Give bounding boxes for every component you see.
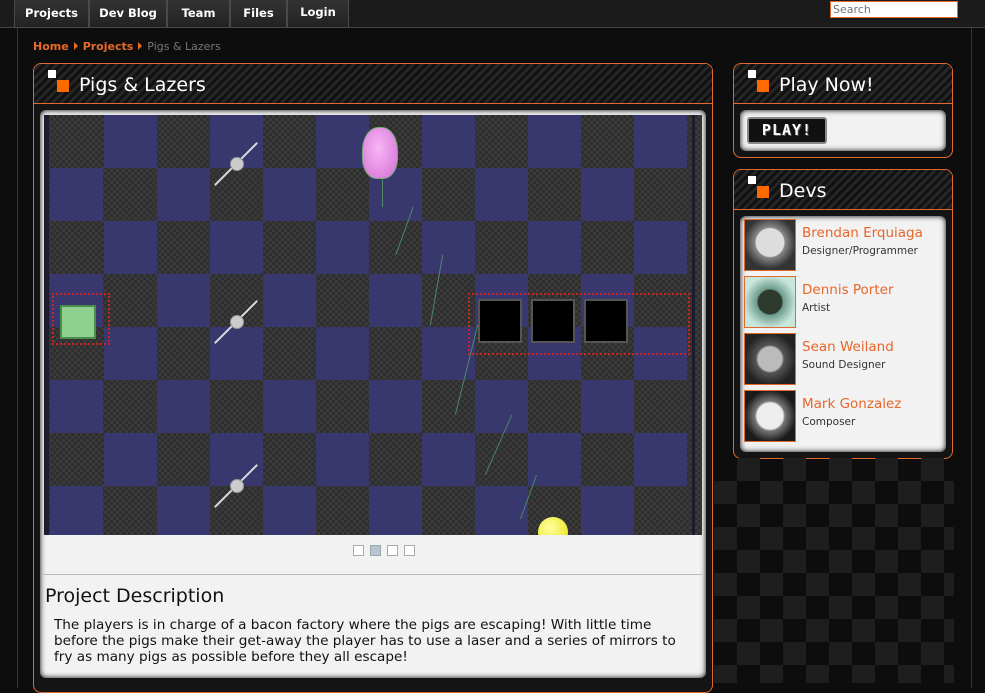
board-tile	[50, 486, 103, 535]
board-tile	[157, 486, 210, 535]
dev-item: Dennis Porter Artist	[744, 276, 944, 328]
dev-role: Sound Designer	[802, 359, 886, 371]
board-tile	[50, 380, 103, 433]
search-input[interactable]	[830, 1, 958, 18]
board-tile	[369, 380, 422, 433]
top-nav: Projects Dev Blog Team Files Login	[0, 0, 985, 28]
dev-item: Mark Gonzalez Composer	[744, 390, 944, 442]
breadcrumb-arrow-icon	[73, 42, 78, 50]
play-title: Play Now!	[779, 74, 874, 96]
board-tile	[422, 221, 475, 274]
avatar	[744, 276, 796, 328]
divider	[44, 574, 702, 575]
pig-icon	[362, 127, 398, 179]
description-heading: Project Description	[45, 585, 225, 607]
dev-role: Artist	[802, 302, 831, 314]
carousel-dot[interactable]	[353, 545, 364, 556]
dev-role: Designer/Programmer	[802, 245, 918, 257]
dev-name[interactable]: Mark Gonzalez	[802, 396, 901, 412]
breadcrumb-home[interactable]: Home	[33, 40, 69, 53]
nav-login[interactable]: Login	[287, 0, 349, 28]
board-tile	[50, 168, 103, 221]
avatar	[744, 333, 796, 385]
pen-block	[584, 299, 628, 343]
dev-role: Composer	[802, 416, 856, 428]
nav-projects[interactable]: Projects	[14, 0, 89, 28]
mirror-pivot-icon	[230, 315, 244, 329]
board-tile	[634, 115, 687, 168]
board-tile	[528, 433, 581, 486]
board-tile	[104, 433, 157, 486]
board-tile	[104, 115, 157, 168]
mirror-pivot-icon	[230, 157, 244, 171]
board-tile	[263, 486, 316, 535]
board-tile	[369, 274, 422, 327]
board-tile	[157, 168, 210, 221]
board-tile	[263, 274, 316, 327]
project-panel-header: Pigs & Lazers	[34, 64, 712, 104]
board-tile	[634, 221, 687, 274]
avatar	[744, 219, 796, 271]
board-tile	[316, 433, 369, 486]
board-tile	[210, 221, 263, 274]
breadcrumb-arrow-icon	[138, 42, 143, 50]
carousel-dot[interactable]	[404, 545, 415, 556]
board-tile	[210, 327, 263, 380]
avatar	[744, 390, 796, 442]
nav-dev-blog[interactable]: Dev Blog	[89, 0, 167, 28]
board-tile	[475, 380, 528, 433]
nav-files[interactable]: Files	[230, 0, 287, 28]
pen-block	[531, 299, 575, 343]
nav-team[interactable]: Team	[167, 0, 230, 28]
site-logo-icon	[748, 176, 770, 200]
mirror-pivot-icon	[230, 479, 244, 493]
carousel-dot-active[interactable]	[370, 545, 381, 556]
board-edge-left	[44, 115, 49, 535]
board-tile	[316, 115, 369, 168]
board-tile	[104, 221, 157, 274]
board-tile	[316, 327, 369, 380]
breadcrumb: Home Projects Pigs & Lazers	[33, 40, 221, 53]
dev-item: Brendan Erquiaga Designer/Programmer	[744, 219, 944, 271]
board-tile	[475, 168, 528, 221]
devs-panel-header: Devs	[734, 170, 952, 210]
laser-tank-icon	[60, 305, 96, 339]
board-tile	[263, 168, 316, 221]
background-pattern	[714, 458, 954, 683]
pig-ball-icon	[538, 517, 568, 535]
laser-beam	[382, 179, 383, 207]
description-text: The players is in charge of a bacon fact…	[54, 617, 676, 665]
dev-item: Sean Weiland Sound Designer	[744, 333, 944, 385]
board-tile	[369, 486, 422, 535]
board-tile	[316, 221, 369, 274]
dev-name[interactable]: Sean Weiland	[802, 339, 894, 355]
play-panel-header: Play Now!	[734, 64, 952, 104]
board-tile	[263, 380, 316, 433]
board-tile	[422, 115, 475, 168]
carousel-dot[interactable]	[387, 545, 398, 556]
breadcrumb-current: Pigs & Lazers	[147, 40, 221, 53]
project-title: Pigs & Lazers	[79, 74, 206, 96]
board-edge-right	[692, 115, 695, 535]
board-tile	[581, 380, 634, 433]
dev-name[interactable]: Dennis Porter	[802, 282, 894, 298]
board-tile	[104, 327, 157, 380]
site-logo-icon	[48, 70, 70, 94]
board-tile	[528, 115, 581, 168]
board-tile	[581, 168, 634, 221]
play-button[interactable]: PLAY!	[747, 117, 827, 144]
board-tile	[528, 221, 581, 274]
board-tile	[422, 433, 475, 486]
game-screenshot	[44, 115, 702, 535]
board-tile	[157, 380, 210, 433]
pen-block	[478, 299, 522, 343]
board-tile	[475, 486, 528, 535]
breadcrumb-projects[interactable]: Projects	[83, 40, 134, 53]
board-tile	[634, 433, 687, 486]
board-tile	[581, 486, 634, 535]
devs-title: Devs	[779, 180, 827, 202]
board-tile	[157, 274, 210, 327]
dev-name[interactable]: Brendan Erquiaga	[802, 225, 923, 241]
site-logo-icon	[748, 70, 770, 94]
